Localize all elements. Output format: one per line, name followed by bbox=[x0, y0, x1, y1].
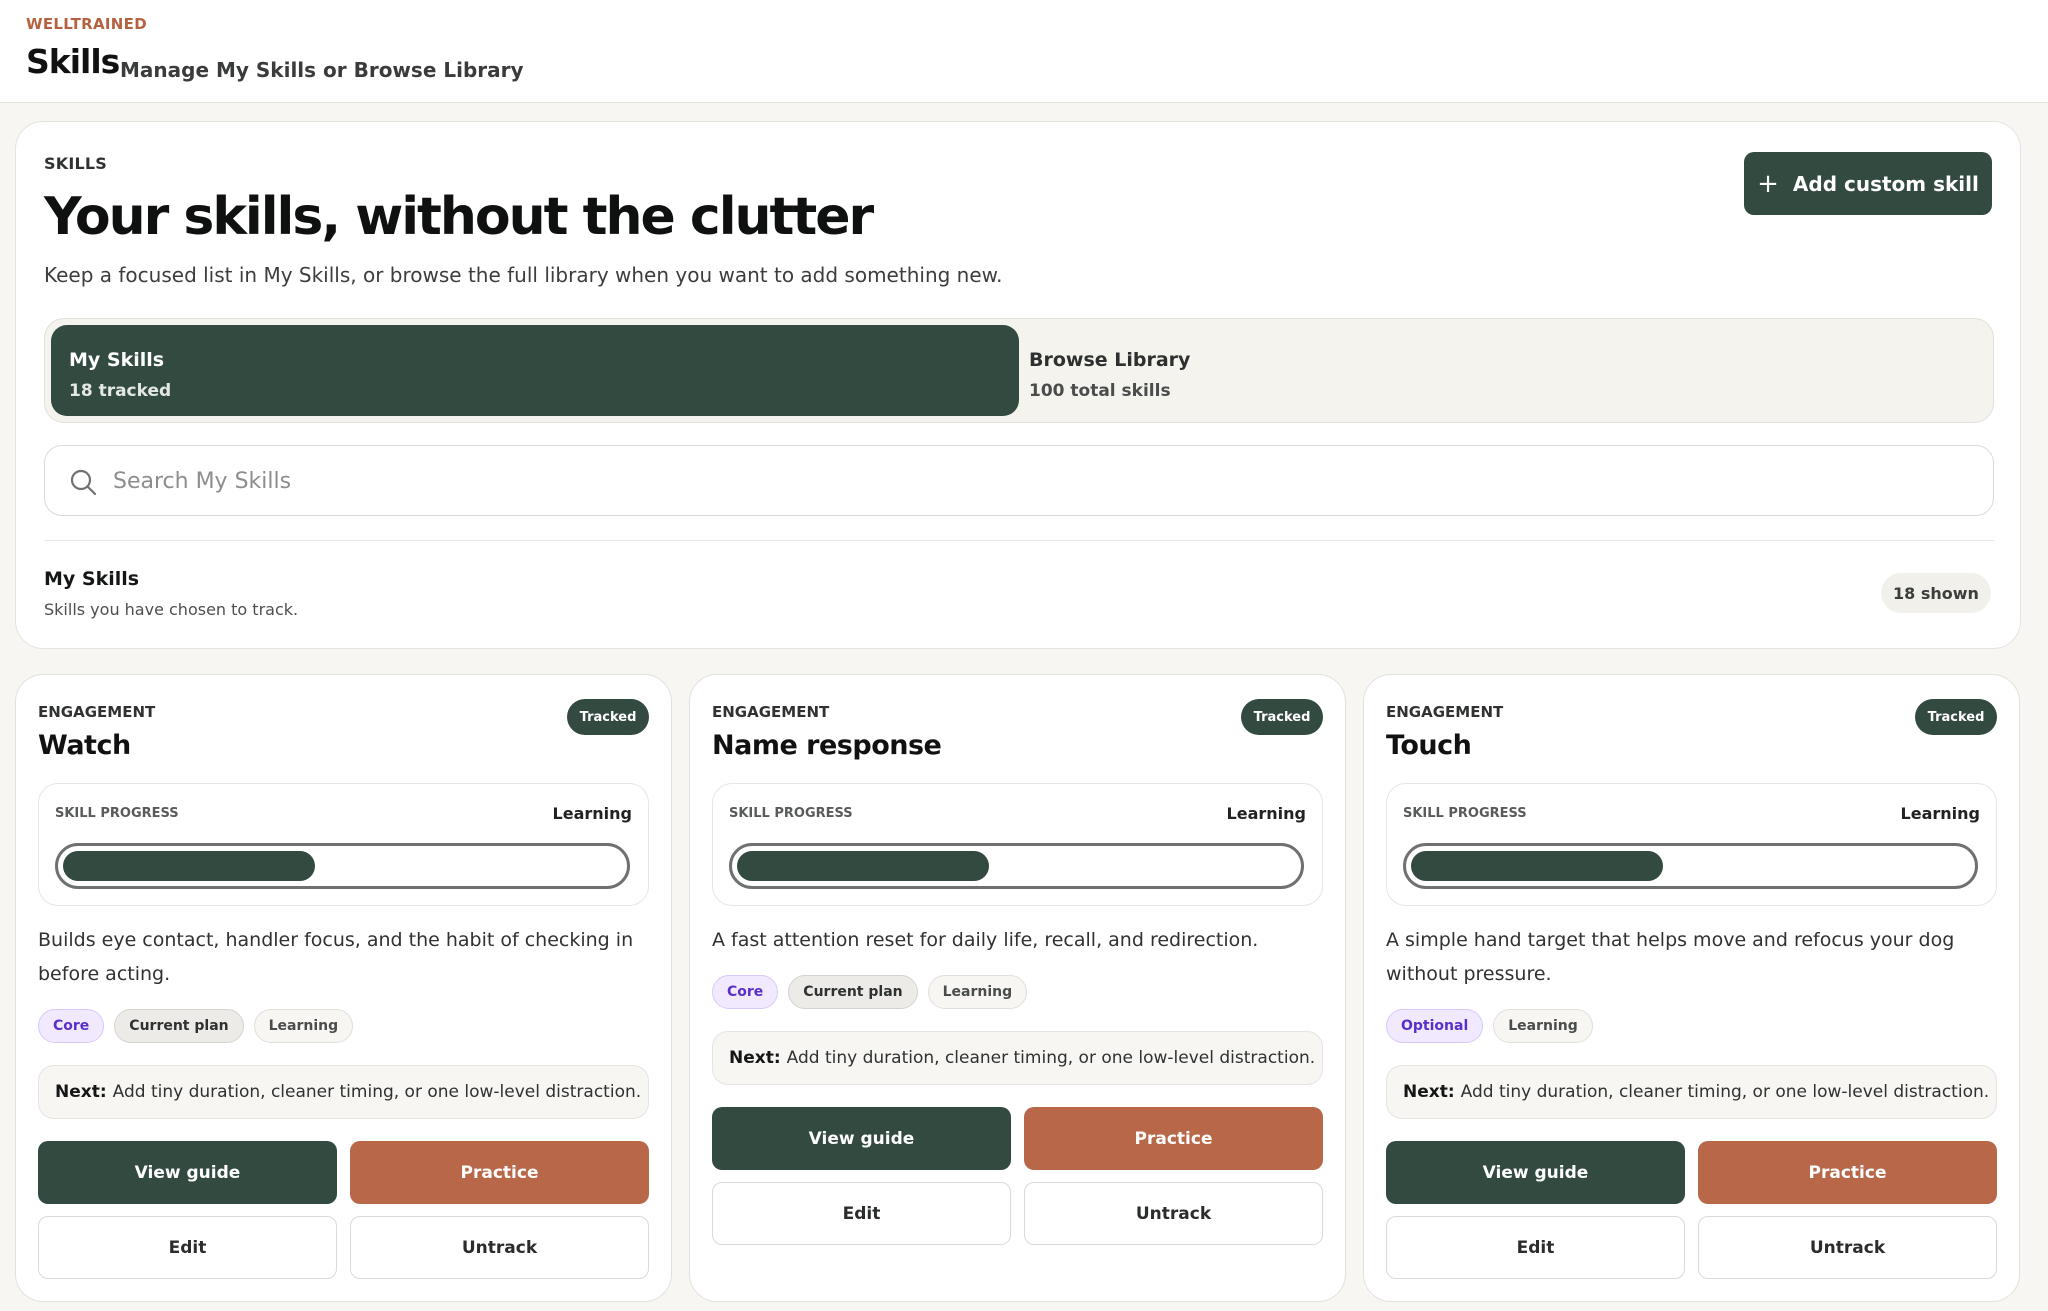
practice-button[interactable]: Practice bbox=[1024, 1107, 1323, 1170]
view-guide-button[interactable]: View guide bbox=[38, 1141, 337, 1204]
tab-my-skills-count: 18 tracked bbox=[69, 381, 172, 401]
add-custom-skill-button[interactable]: + Add custom skill bbox=[1744, 152, 1992, 215]
next-label: Next: bbox=[1403, 1082, 1455, 1102]
next-step-box: Next: Add tiny duration, cleaner timing,… bbox=[38, 1065, 649, 1119]
hero-description: Keep a focused list in My Skills, or bro… bbox=[44, 263, 1003, 287]
next-label: Next: bbox=[55, 1082, 107, 1102]
next-step-box: Next: Add tiny duration, cleaner timing,… bbox=[712, 1031, 1323, 1085]
top-bar: WELLTRAINED Skills Manage My Skills or B… bbox=[0, 0, 2048, 103]
untrack-button[interactable]: Untrack bbox=[1698, 1216, 1997, 1279]
progress-status: Learning bbox=[1900, 804, 1980, 823]
list-subtitle: Skills you have chosen to track. bbox=[44, 600, 299, 619]
skill-progress-panel: SKILL PROGRESS Learning bbox=[1386, 783, 1997, 906]
brand-logo[interactable]: WELLTRAINED bbox=[26, 15, 147, 33]
skill-progress-panel: SKILL PROGRESS Learning bbox=[712, 783, 1323, 906]
skill-progress-panel: SKILL PROGRESS Learning bbox=[38, 783, 649, 906]
skill-title: Watch bbox=[38, 730, 131, 761]
next-text: Add tiny duration, cleaner timing, or on… bbox=[112, 1082, 642, 1102]
tracked-badge: Tracked bbox=[1915, 699, 1997, 735]
progress-bar bbox=[729, 843, 1304, 889]
shown-count-badge: 18 shown bbox=[1881, 573, 1991, 613]
next-label: Next: bbox=[729, 1048, 781, 1068]
practice-button[interactable]: Practice bbox=[350, 1141, 649, 1204]
tag-list: Core Current plan Learning bbox=[38, 1009, 354, 1043]
skill-card: ENGAGEMENT Touch Tracked SKILL PROGRESS … bbox=[1363, 674, 2020, 1302]
progress-label: SKILL PROGRESS bbox=[55, 806, 179, 821]
skills-hero-panel: SKILLS Your skills, without the clutter … bbox=[15, 121, 2021, 649]
tag-learning: Learning bbox=[253, 1009, 354, 1043]
progress-fill bbox=[1411, 851, 1663, 881]
tab-my-skills[interactable]: My Skills 18 tracked bbox=[51, 325, 1019, 416]
tab-my-skills-label: My Skills bbox=[69, 349, 165, 371]
tab-browse-library[interactable]: Browse Library 100 total skills bbox=[1025, 325, 1987, 416]
tag-optional: Optional bbox=[1386, 1009, 1484, 1043]
progress-status: Learning bbox=[552, 804, 632, 823]
search-icon bbox=[70, 469, 97, 496]
search-input[interactable] bbox=[113, 460, 1963, 502]
tag-current-plan: Current plan bbox=[114, 1009, 244, 1043]
tracked-badge: Tracked bbox=[1241, 699, 1323, 735]
practice-button[interactable]: Practice bbox=[1698, 1141, 1997, 1204]
edit-button[interactable]: Edit bbox=[1386, 1216, 1685, 1279]
skill-description: A fast attention reset for daily life, r… bbox=[712, 929, 1259, 951]
progress-bar bbox=[1403, 843, 1978, 889]
section-kicker: SKILLS bbox=[44, 154, 107, 173]
add-custom-skill-label: Add custom skill bbox=[1792, 171, 1979, 196]
tag-learning: Learning bbox=[1493, 1009, 1593, 1043]
skill-description: Builds eye contact, handler focus, and t… bbox=[38, 929, 634, 985]
untrack-button[interactable]: Untrack bbox=[350, 1216, 649, 1279]
skill-card: ENGAGEMENT Name response Tracked SKILL P… bbox=[689, 674, 1346, 1302]
next-text: Add tiny duration, cleaner timing, or on… bbox=[1460, 1082, 1990, 1102]
tab-browse-library-label: Browse Library bbox=[1029, 349, 1191, 371]
page-title: Skills bbox=[26, 42, 120, 81]
skill-category: ENGAGEMENT bbox=[1386, 703, 1504, 721]
next-text: Add tiny duration, cleaner timing, or on… bbox=[786, 1048, 1316, 1068]
next-step-box: Next: Add tiny duration, cleaner timing,… bbox=[1386, 1065, 1997, 1119]
untrack-button[interactable]: Untrack bbox=[1024, 1182, 1323, 1245]
skill-category: ENGAGEMENT bbox=[712, 703, 830, 721]
divider bbox=[44, 540, 1994, 541]
edit-button[interactable]: Edit bbox=[712, 1182, 1011, 1245]
skill-category: ENGAGEMENT bbox=[38, 703, 156, 721]
tracked-badge: Tracked bbox=[567, 699, 649, 735]
list-title: My Skills bbox=[44, 568, 140, 590]
view-guide-button[interactable]: View guide bbox=[712, 1107, 1011, 1170]
page-subtitle: Manage My Skills or Browse Library bbox=[120, 58, 524, 82]
tag-list: Core Current plan Learning bbox=[712, 975, 1028, 1009]
tag-core: Core bbox=[712, 975, 779, 1009]
tab-browse-library-count: 100 total skills bbox=[1029, 381, 1171, 401]
skill-title: Touch bbox=[1386, 730, 1472, 761]
progress-label: SKILL PROGRESS bbox=[1403, 806, 1527, 821]
tag-core: Core bbox=[38, 1009, 105, 1043]
progress-status: Learning bbox=[1226, 804, 1306, 823]
tag-learning: Learning bbox=[927, 975, 1028, 1009]
progress-bar bbox=[55, 843, 630, 889]
skill-title: Name response bbox=[712, 730, 942, 761]
progress-label: SKILL PROGRESS bbox=[729, 806, 853, 821]
hero-title: Your skills, without the clutter bbox=[44, 187, 874, 247]
plus-icon: + bbox=[1757, 168, 1779, 199]
edit-button[interactable]: Edit bbox=[38, 1216, 337, 1279]
view-toggle: My Skills 18 tracked Browse Library 100 … bbox=[44, 318, 1994, 423]
skill-description: A simple hand target that helps move and… bbox=[1386, 929, 1955, 985]
view-guide-button[interactable]: View guide bbox=[1386, 1141, 1685, 1204]
search-box bbox=[44, 445, 1994, 516]
tag-current-plan: Current plan bbox=[788, 975, 918, 1009]
progress-fill bbox=[63, 851, 315, 881]
tag-list: Optional Learning bbox=[1386, 1009, 1593, 1043]
skill-card: ENGAGEMENT Watch Tracked SKILL PROGRESS … bbox=[15, 674, 672, 1302]
progress-fill bbox=[737, 851, 989, 881]
